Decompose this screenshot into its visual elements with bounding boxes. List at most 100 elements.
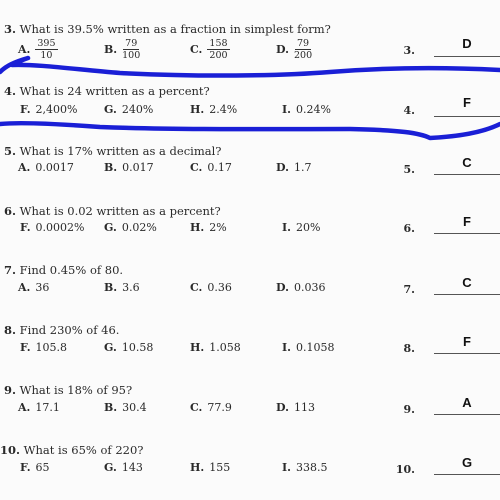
answer-line [434,353,500,354]
question-stem: 3. What is 39.5% written as a fraction i… [4,22,331,36]
choice-d: D. 113 [276,401,315,414]
answer-value[interactable]: G [434,455,500,470]
choice-letter: B. [104,43,118,56]
choice-letter: G. [104,221,117,234]
question-stem: 9. What is 18% of 95? [4,383,132,397]
question-text: What is 39.5% written as a fraction in s… [19,22,331,36]
choice-letter: F. [20,103,31,116]
question-text: What is 0.02 written as a percent? [19,204,221,218]
choice-value: 0.02% [121,221,157,234]
answer-label: 4. [403,104,415,117]
choice-a: A. 395 10 [18,38,58,61]
choice-value: 0.0017 [35,161,74,174]
choice-value: 2% [209,221,227,234]
choice-value: 20% [295,221,321,234]
answer-value[interactable]: C [434,155,500,170]
answer-value[interactable]: F [434,214,500,229]
question-text: What is 24 written as a percent? [19,84,210,98]
question-number: 10. [0,443,21,457]
answer-value[interactable]: A [434,395,500,410]
choice-value: 0.36 [207,281,232,294]
choice-i: I. 338.5 [282,461,327,474]
choice-value: 3.6 [122,281,140,294]
numerator: 395 [35,38,58,50]
choice-d: D. 0.036 [276,281,325,294]
choice-letter: H. [190,461,205,474]
choice-c: C. 0.17 [190,161,232,174]
choice-value: 2.4% [209,103,238,116]
choice-b: B. 79 100 [104,38,140,61]
question-text: What is 17% written as a decimal? [19,144,222,158]
question-text: Find 0.45% of 80. [19,263,124,277]
choice-letter: I. [282,103,291,116]
ink-stroke-bottom [0,120,500,141]
choice-letter: D. [276,281,289,294]
choice-letter: H. [190,341,205,354]
choice-value: 155 [209,461,231,474]
fraction: 79 200 [294,38,312,61]
choice-value: 65 [35,461,50,474]
choice-h: H. 2% [190,221,227,234]
answer-line [434,233,500,234]
choice-a: A. 0.0017 [18,161,74,174]
choice-letter: C. [190,401,203,414]
fraction: 395 10 [35,38,58,61]
choice-i: I. 20% [282,221,320,234]
answer-line [434,174,500,175]
choice-g: G. 10.58 [104,341,153,354]
choice-letter: A. [18,401,31,414]
choice-letter: H. [190,221,205,234]
question-number: 8. [4,323,17,337]
denominator: 200 [293,50,313,61]
choice-g: G. 0.02% [104,221,157,234]
choice-letter: A. [18,281,31,294]
choice-value: 143 [121,461,143,474]
choice-letter: I. [282,221,291,234]
choice-value: 240% [121,103,154,116]
choice-letter: I. [282,341,291,354]
choice-h: H. 1.058 [190,341,241,354]
choice-i: I. 0.24% [282,103,331,116]
choice-letter: F. [20,461,31,474]
answer-label: 10. [395,463,415,476]
answer-label: 3. [403,44,415,57]
choice-b: B. 30.4 [104,401,147,414]
choice-b: B. 0.017 [104,161,154,174]
denominator: 200 [209,50,228,61]
answer-line [434,294,500,295]
fraction: 79 100 [122,38,140,61]
choice-value: 36 [35,281,50,294]
answer-value[interactable]: F [434,95,500,110]
answer-label: 8. [403,342,415,355]
choice-value: 77.9 [207,401,232,414]
choice-value: 0.1058 [295,341,335,354]
choice-letter: B. [104,281,118,294]
question-stem: 4. What is 24 written as a percent? [4,84,210,98]
numerator: 158 [207,38,230,50]
choice-value: 1.058 [209,341,241,354]
choice-c: C. 77.9 [190,401,232,414]
choice-letter: B. [104,161,118,174]
denominator: 10 [40,50,53,61]
choice-a: A. 36 [18,281,49,294]
answer-value[interactable]: F [434,334,500,349]
choice-d: D. 79 200 [276,38,312,61]
question-text: Find 230% of 46. [19,323,120,337]
choice-c: C. 0.36 [190,281,232,294]
choice-value: 1.7 [293,161,312,174]
question-number: 5. [4,144,17,158]
answer-label: 7. [403,283,415,296]
choice-value: 113 [293,401,315,414]
ink-stroke-top [0,55,500,78]
choice-value: 0.17 [207,161,232,174]
answer-value[interactable]: D [434,36,500,51]
choice-letter: A. [18,161,31,174]
choice-value: 0.24% [295,103,331,116]
choice-letter: D. [276,401,289,414]
denominator: 100 [122,50,141,61]
choice-f: F. 0.0002% [20,221,85,234]
answer-line [434,414,500,415]
choice-c: C. 158 200 [190,38,230,61]
answer-value[interactable]: C [434,275,500,290]
question-stem: 5. What is 17% written as a decimal? [4,144,221,158]
